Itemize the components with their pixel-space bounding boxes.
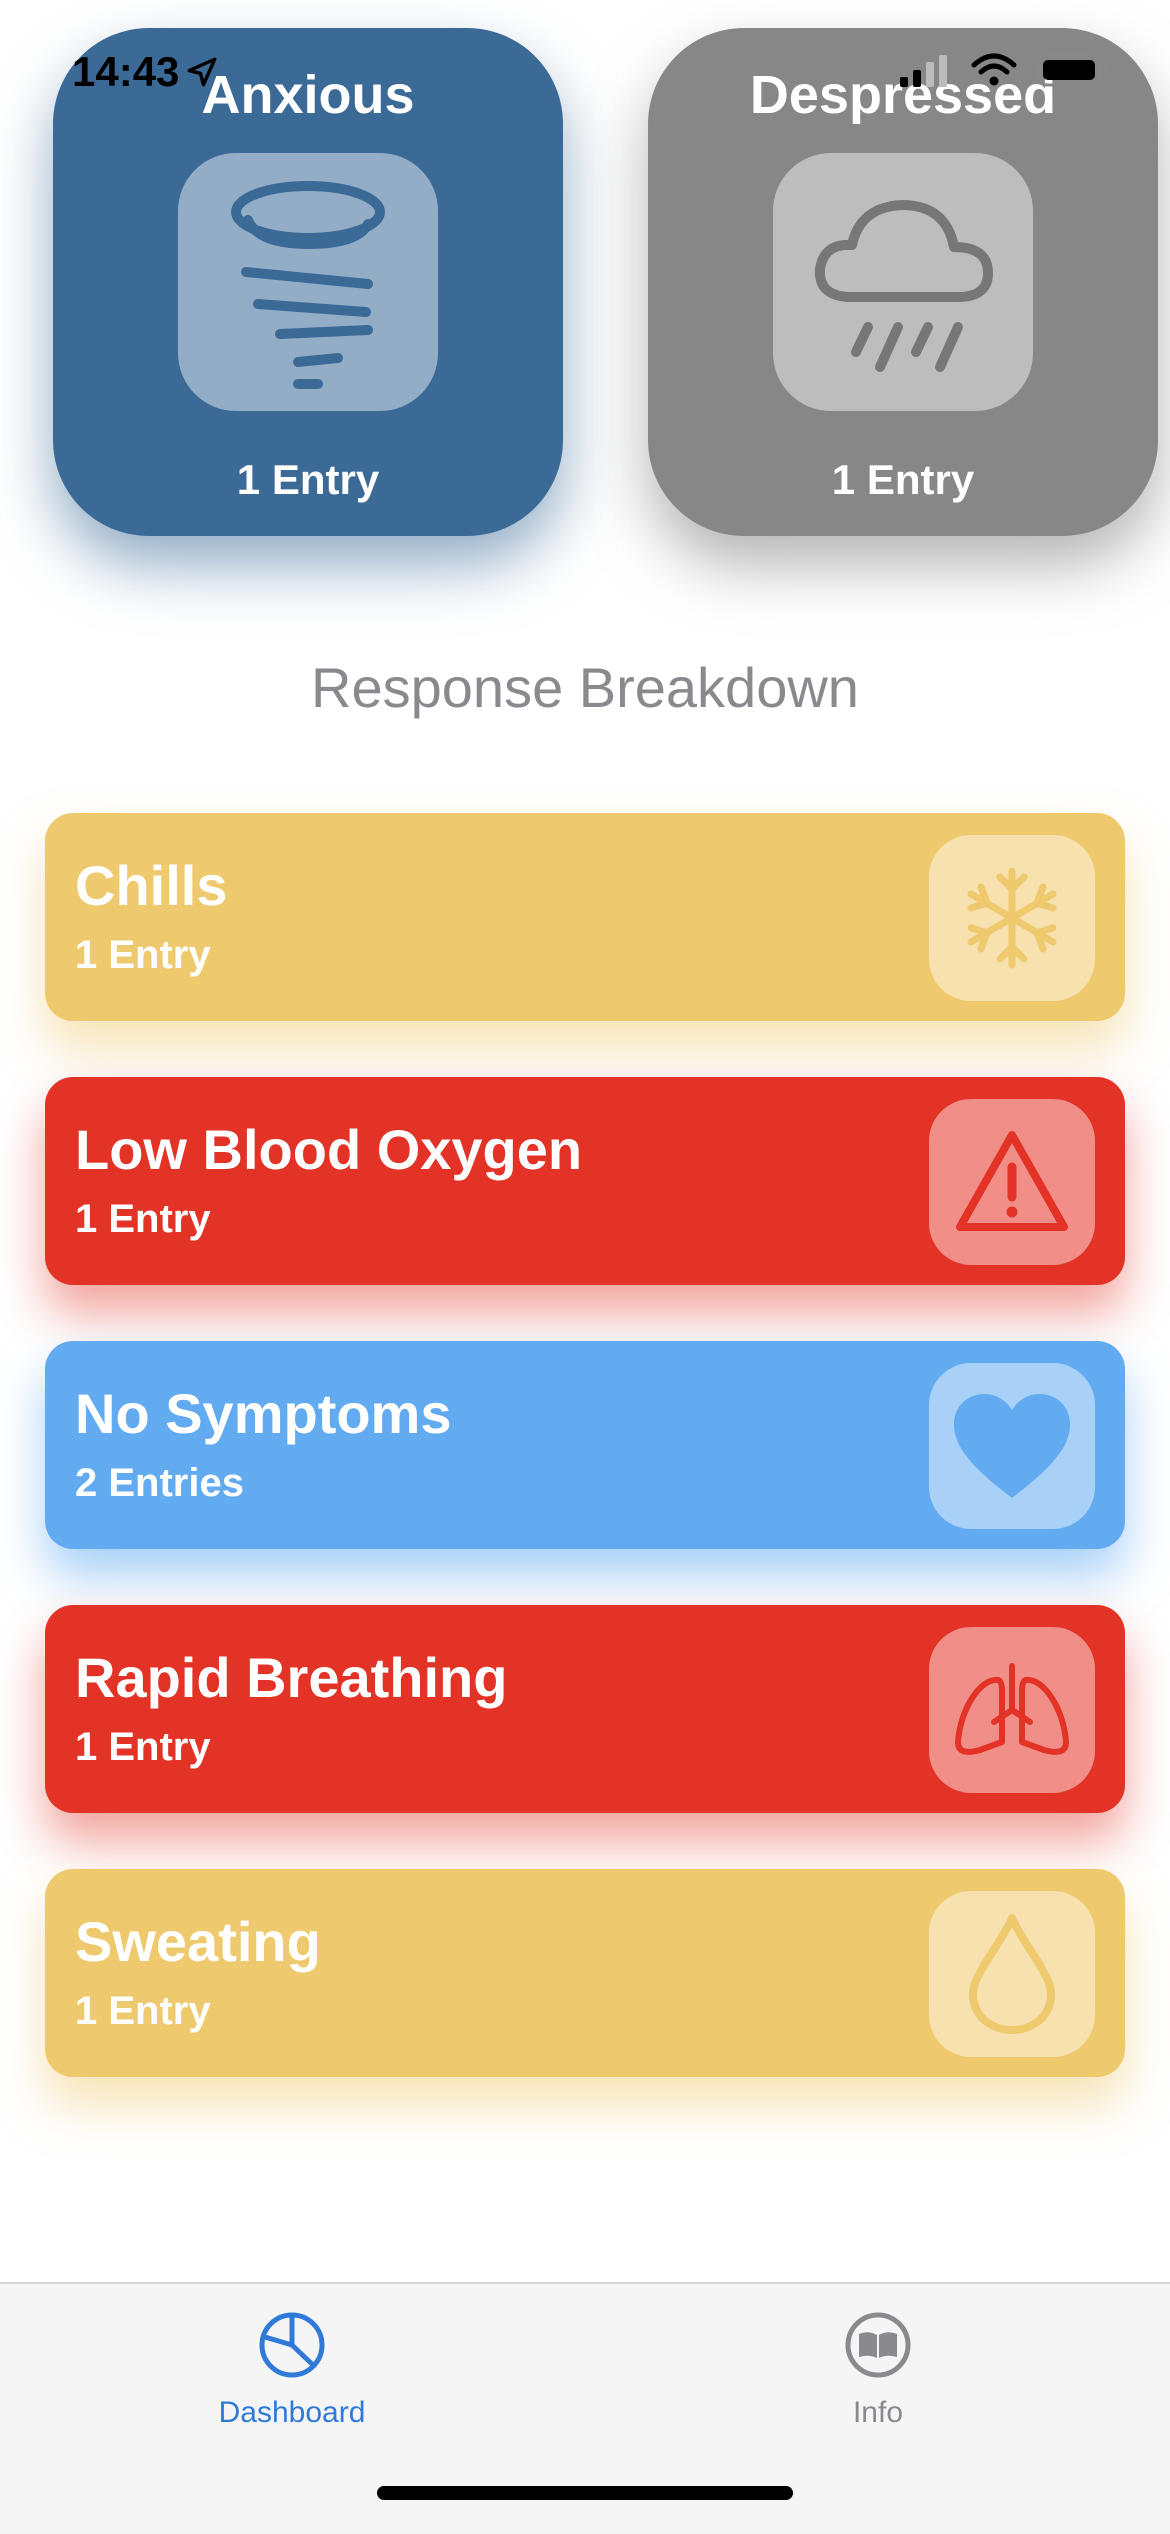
status-time-label: 14:43 bbox=[72, 48, 180, 95]
response-count: 2 Entries bbox=[75, 1461, 244, 1505]
mood-icon-container bbox=[178, 153, 438, 411]
mood-tile-anxious[interactable]: Anxious 1 Entry bbox=[53, 28, 563, 536]
heart-icon bbox=[954, 1394, 1070, 1498]
section-title: Response Breakdown bbox=[311, 656, 859, 719]
lungs-icon bbox=[955, 1663, 1069, 1755]
tab-label: Dashboard bbox=[218, 2396, 366, 2429]
response-name: Rapid Breathing bbox=[75, 1646, 508, 1709]
response-card-low-blood-oxygen[interactable]: Low Blood Oxygen 1 Entry bbox=[45, 1077, 1125, 1285]
book-icon bbox=[845, 2312, 911, 2378]
tab-dashboard[interactable]: Dashboard bbox=[162, 2310, 422, 2430]
response-card-no-symptoms[interactable]: No Symptoms 2 Entries bbox=[45, 1341, 1125, 1549]
drop-icon bbox=[969, 1914, 1055, 2034]
tab-info[interactable]: Info bbox=[748, 2310, 1008, 2430]
status-time: 14:43 bbox=[72, 48, 219, 96]
location-arrow-icon bbox=[187, 57, 217, 87]
mood-icon-container bbox=[773, 153, 1033, 411]
home-indicator bbox=[377, 2486, 793, 2500]
response-card-rapid-breathing[interactable]: Rapid Breathing 1 Entry bbox=[45, 1605, 1125, 1813]
mood-tile-depressed[interactable]: Despressed 1 Entry bbox=[648, 28, 1158, 536]
mood-count: 1 Entry bbox=[831, 456, 975, 503]
response-card-chills[interactable]: Chills 1 Entry bbox=[45, 813, 1125, 1021]
mood-count: 1 Entry bbox=[236, 456, 380, 503]
response-card-sweating[interactable]: Sweating 1 Entry bbox=[45, 1869, 1125, 2077]
tornado-icon bbox=[231, 181, 385, 389]
warning-icon bbox=[956, 1131, 1068, 1231]
tab-label: Info bbox=[852, 2396, 904, 2429]
pie-chart-icon bbox=[259, 2312, 325, 2378]
response-name: Low Blood Oxygen bbox=[75, 1118, 583, 1181]
response-name: No Symptoms bbox=[75, 1382, 452, 1445]
response-name: Sweating bbox=[75, 1910, 321, 1973]
wifi-icon bbox=[971, 53, 1017, 86]
snowflake-icon bbox=[967, 867, 1057, 969]
response-icon-container bbox=[929, 1627, 1095, 1793]
response-icon-container bbox=[929, 1363, 1095, 1529]
response-name: Chills bbox=[75, 854, 228, 917]
response-count: 1 Entry bbox=[75, 1989, 211, 2033]
response-count: 1 Entry bbox=[75, 933, 211, 977]
cloud-rain-icon bbox=[814, 200, 993, 372]
signal-icon bbox=[900, 55, 947, 87]
response-count: 1 Entry bbox=[75, 1725, 211, 1769]
response-icon-container bbox=[929, 1099, 1095, 1265]
response-icon-container bbox=[929, 835, 1095, 1001]
status-indicators bbox=[900, 52, 1110, 88]
battery-icon bbox=[1036, 53, 1108, 87]
response-count: 1 Entry bbox=[75, 1197, 211, 1241]
response-icon-container bbox=[929, 1891, 1095, 2057]
